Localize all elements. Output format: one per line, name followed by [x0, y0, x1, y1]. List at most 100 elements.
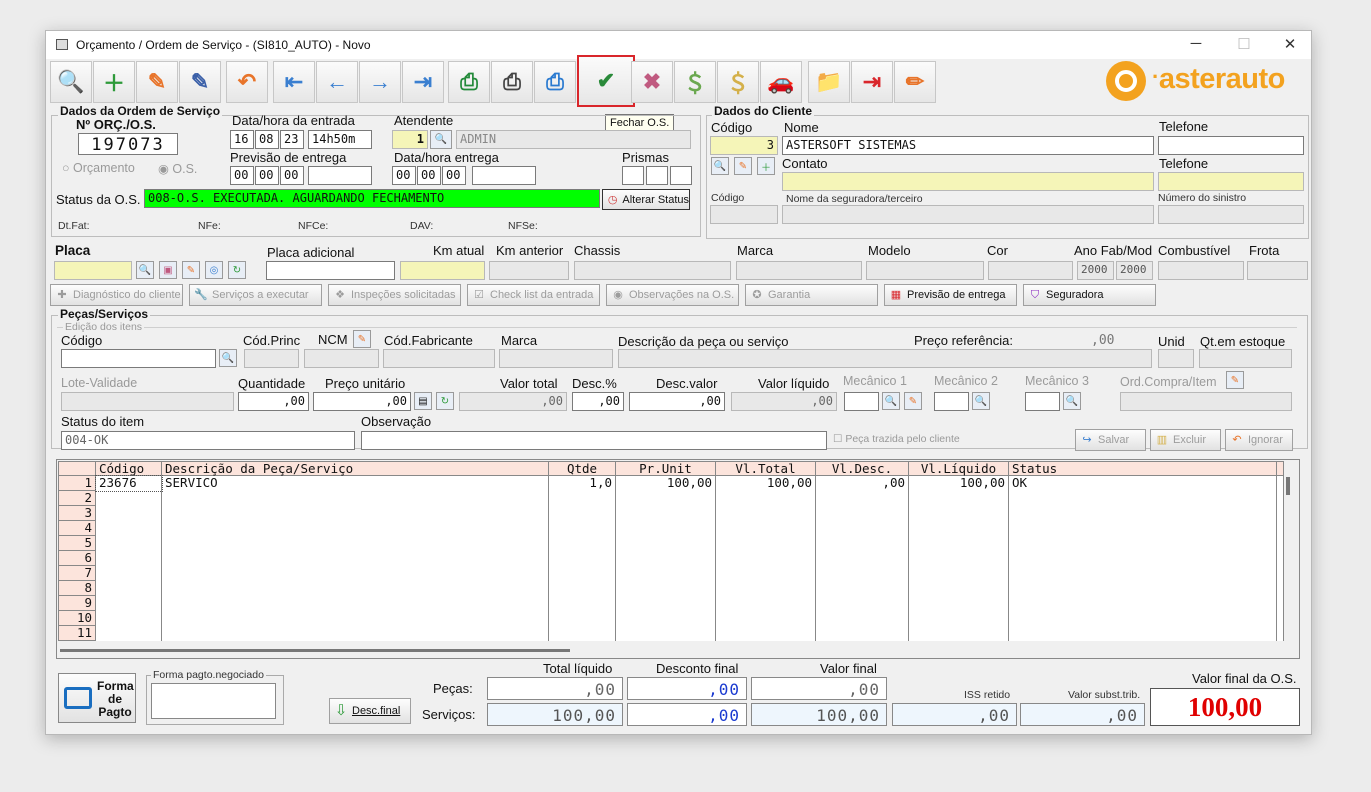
placa-field[interactable]	[54, 261, 132, 280]
items-grid[interactable]: Código Descrição da Peça/Serviço Qtde Pr.Un…	[58, 461, 1284, 641]
prisma-3[interactable]	[670, 166, 692, 185]
cell-status[interactable]	[1008, 550, 1277, 566]
inspecoes-button[interactable]: ❖ Inspeções solicitadas	[328, 284, 461, 306]
exit-button[interactable]: ⇥	[851, 61, 893, 103]
garantia-button[interactable]: ✪ Garantia	[745, 284, 878, 306]
entrada-hour[interactable]: 14h50m	[308, 130, 372, 149]
print-blue-button[interactable]: ⎙	[534, 61, 576, 103]
cell-vldesc[interactable]	[815, 565, 909, 581]
cell-descricao[interactable]	[161, 625, 549, 641]
cell-qtde[interactable]: 1,0	[548, 475, 616, 491]
cell-codigo[interactable]	[95, 490, 162, 506]
cancel-os-button[interactable]: ✖	[631, 61, 673, 103]
cell-vltotal[interactable]	[715, 595, 816, 611]
cell-qtde[interactable]	[548, 520, 616, 536]
cell-prunit[interactable]	[615, 505, 716, 521]
cell-vldesc[interactable]	[815, 550, 909, 566]
alterar-status-button[interactable]: ◷ Alterar Status	[602, 189, 690, 210]
cell-status[interactable]	[1008, 505, 1277, 521]
forma-pagto-button[interactable]: Forma de Pagto	[58, 673, 136, 723]
money-add-button[interactable]: ＄	[674, 61, 716, 103]
quantidade-field[interactable]: ,00	[238, 392, 309, 411]
cell-descricao[interactable]	[161, 595, 549, 611]
cell-codigo[interactable]	[95, 610, 162, 626]
cell-vldesc[interactable]	[815, 520, 909, 536]
preco-list-icon[interactable]: ▤	[414, 392, 432, 410]
previsao-year[interactable]: 00	[280, 166, 304, 185]
cell-vldesc[interactable]	[815, 490, 909, 506]
cell-status[interactable]	[1008, 625, 1277, 641]
cell-descricao[interactable]	[161, 505, 549, 521]
entrega-hour[interactable]	[472, 166, 536, 185]
cell-vldesc[interactable]	[815, 595, 909, 611]
placa-adicional-field[interactable]	[266, 261, 395, 280]
cell-codigo[interactable]	[95, 535, 162, 551]
cell-prunit[interactable]	[615, 625, 716, 641]
cell-qtde[interactable]	[548, 595, 616, 611]
table-row[interactable]: 5	[58, 535, 1284, 551]
cell-prunit[interactable]: 100,00	[615, 475, 716, 491]
cell-vltotal[interactable]	[715, 535, 816, 551]
placa-car-icon[interactable]: ▣	[159, 261, 177, 279]
preco-refresh-icon[interactable]: ↻	[436, 392, 454, 410]
contato-field[interactable]	[782, 172, 1154, 191]
minimize-button[interactable]: ─	[1176, 35, 1216, 55]
cell-prunit[interactable]	[615, 520, 716, 536]
entrega-month[interactable]: 00	[417, 166, 441, 185]
close-button[interactable]: ✕	[1270, 35, 1310, 55]
prisma-2[interactable]	[646, 166, 668, 185]
cell-vldesc[interactable]: ,00	[815, 475, 909, 491]
entrega-day[interactable]: 00	[392, 166, 416, 185]
mecanico2-search-icon[interactable]: 🔍	[972, 392, 990, 410]
table-row[interactable]: 3	[58, 505, 1284, 521]
cell-descricao[interactable]: SERVICO	[161, 475, 549, 491]
mecanico1-edit-icon[interactable]: ✎	[904, 392, 922, 410]
car-service-button[interactable]: 🚗	[760, 61, 802, 103]
grid-header-5[interactable]: Vl.Desc.	[815, 461, 909, 476]
previous-record-button[interactable]: ←	[316, 61, 358, 103]
search-document-button[interactable]: 🔍	[50, 61, 92, 103]
previsao-entrega-button[interactable]: ▦ Previsão de entrega	[884, 284, 1017, 306]
cell-qtde[interactable]	[548, 550, 616, 566]
cell-vlliquido[interactable]	[908, 490, 1009, 506]
table-row[interactable]: 6	[58, 550, 1284, 566]
mecanico2-field[interactable]	[934, 392, 969, 411]
mecanico1-field[interactable]	[844, 392, 879, 411]
desc-valor-field[interactable]: ,00	[629, 392, 725, 411]
cell-vlliquido[interactable]	[908, 595, 1009, 611]
os-number-field[interactable]: 197073	[78, 133, 178, 155]
cell-vltotal[interactable]	[715, 505, 816, 521]
cell-qtde[interactable]	[548, 490, 616, 506]
table-row[interactable]: 8	[58, 580, 1284, 596]
cell-codigo[interactable]	[95, 550, 162, 566]
grid-header-0[interactable]: Código	[95, 461, 162, 476]
cell-codigo[interactable]	[95, 505, 162, 521]
peca-search-icon[interactable]: 🔍	[219, 349, 237, 367]
cell-descricao[interactable]	[161, 610, 549, 626]
cell-status[interactable]: OK	[1008, 475, 1277, 491]
table-row[interactable]: 1 23676 SERVICO 1,0 100,00 100,00,00 100,00 OK	[58, 474, 1284, 492]
cell-vltotal[interactable]: 100,00	[715, 475, 816, 491]
cell-vlliquido[interactable]	[908, 565, 1009, 581]
placa-refresh-icon[interactable]: ↻	[228, 261, 246, 279]
first-record-button[interactable]: ⇤	[273, 61, 315, 103]
entrada-day[interactable]: 16	[230, 130, 254, 149]
cell-codigo[interactable]	[95, 520, 162, 536]
mecanico3-field[interactable]	[1025, 392, 1060, 411]
cell-vltotal[interactable]	[715, 625, 816, 641]
print-gray-button[interactable]: ⎙	[491, 61, 533, 103]
table-row[interactable]: 11	[58, 625, 1284, 641]
cell-vlliquido[interactable]	[908, 610, 1009, 626]
edit-document-button[interactable]: ✎	[136, 61, 178, 103]
peca-cliente-checkbox[interactable]: ☐ Peça trazida pelo cliente	[833, 433, 960, 445]
cell-vlliquido[interactable]	[908, 505, 1009, 521]
desc-final-button[interactable]: ⇩ Desc.final	[329, 698, 411, 724]
previsao-day[interactable]: 00	[230, 166, 254, 185]
forma-negociado-field[interactable]	[151, 683, 276, 719]
entrada-month[interactable]: 08	[255, 130, 279, 149]
mecanico3-search-icon[interactable]: 🔍	[1063, 392, 1081, 410]
mecanico1-search-icon[interactable]: 🔍	[882, 392, 900, 410]
cell-status[interactable]	[1008, 520, 1277, 536]
cell-vldesc[interactable]	[815, 625, 909, 641]
print-green-button[interactable]: ⎙	[448, 61, 490, 103]
